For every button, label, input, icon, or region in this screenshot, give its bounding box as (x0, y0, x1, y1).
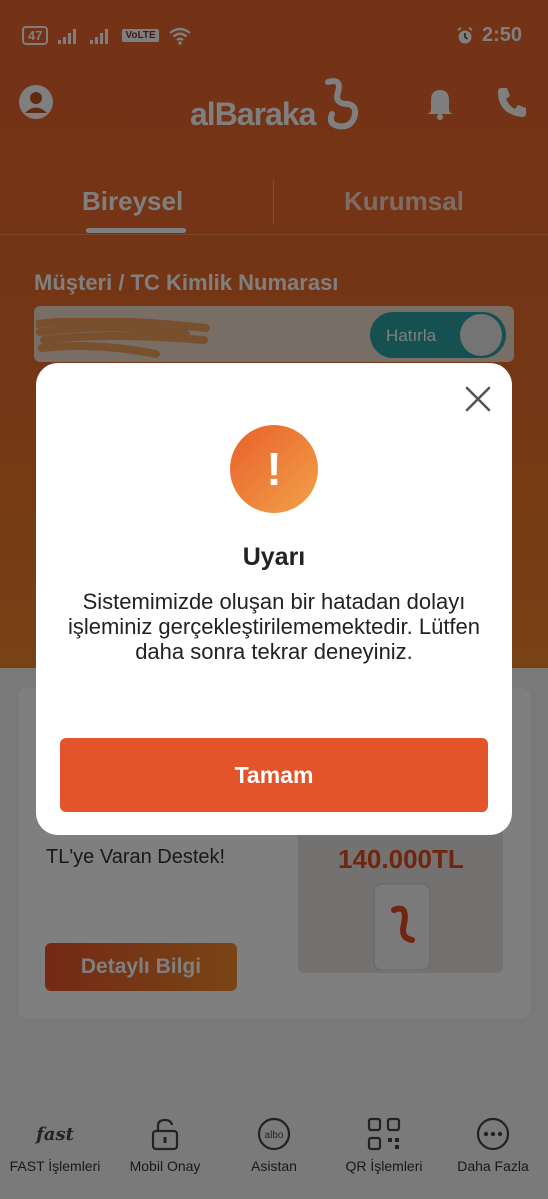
warning-icon: ! (230, 425, 318, 513)
close-icon[interactable] (462, 383, 494, 415)
warning-dialog: ! Uyarı Sistemimizde oluşan bir hatadan … (36, 363, 512, 835)
ok-button[interactable]: Tamam (60, 738, 488, 812)
dialog-message: Sistemimizde oluşan bir hatadan dolayı i… (67, 589, 481, 664)
dialog-title: Uyarı (242, 543, 306, 571)
